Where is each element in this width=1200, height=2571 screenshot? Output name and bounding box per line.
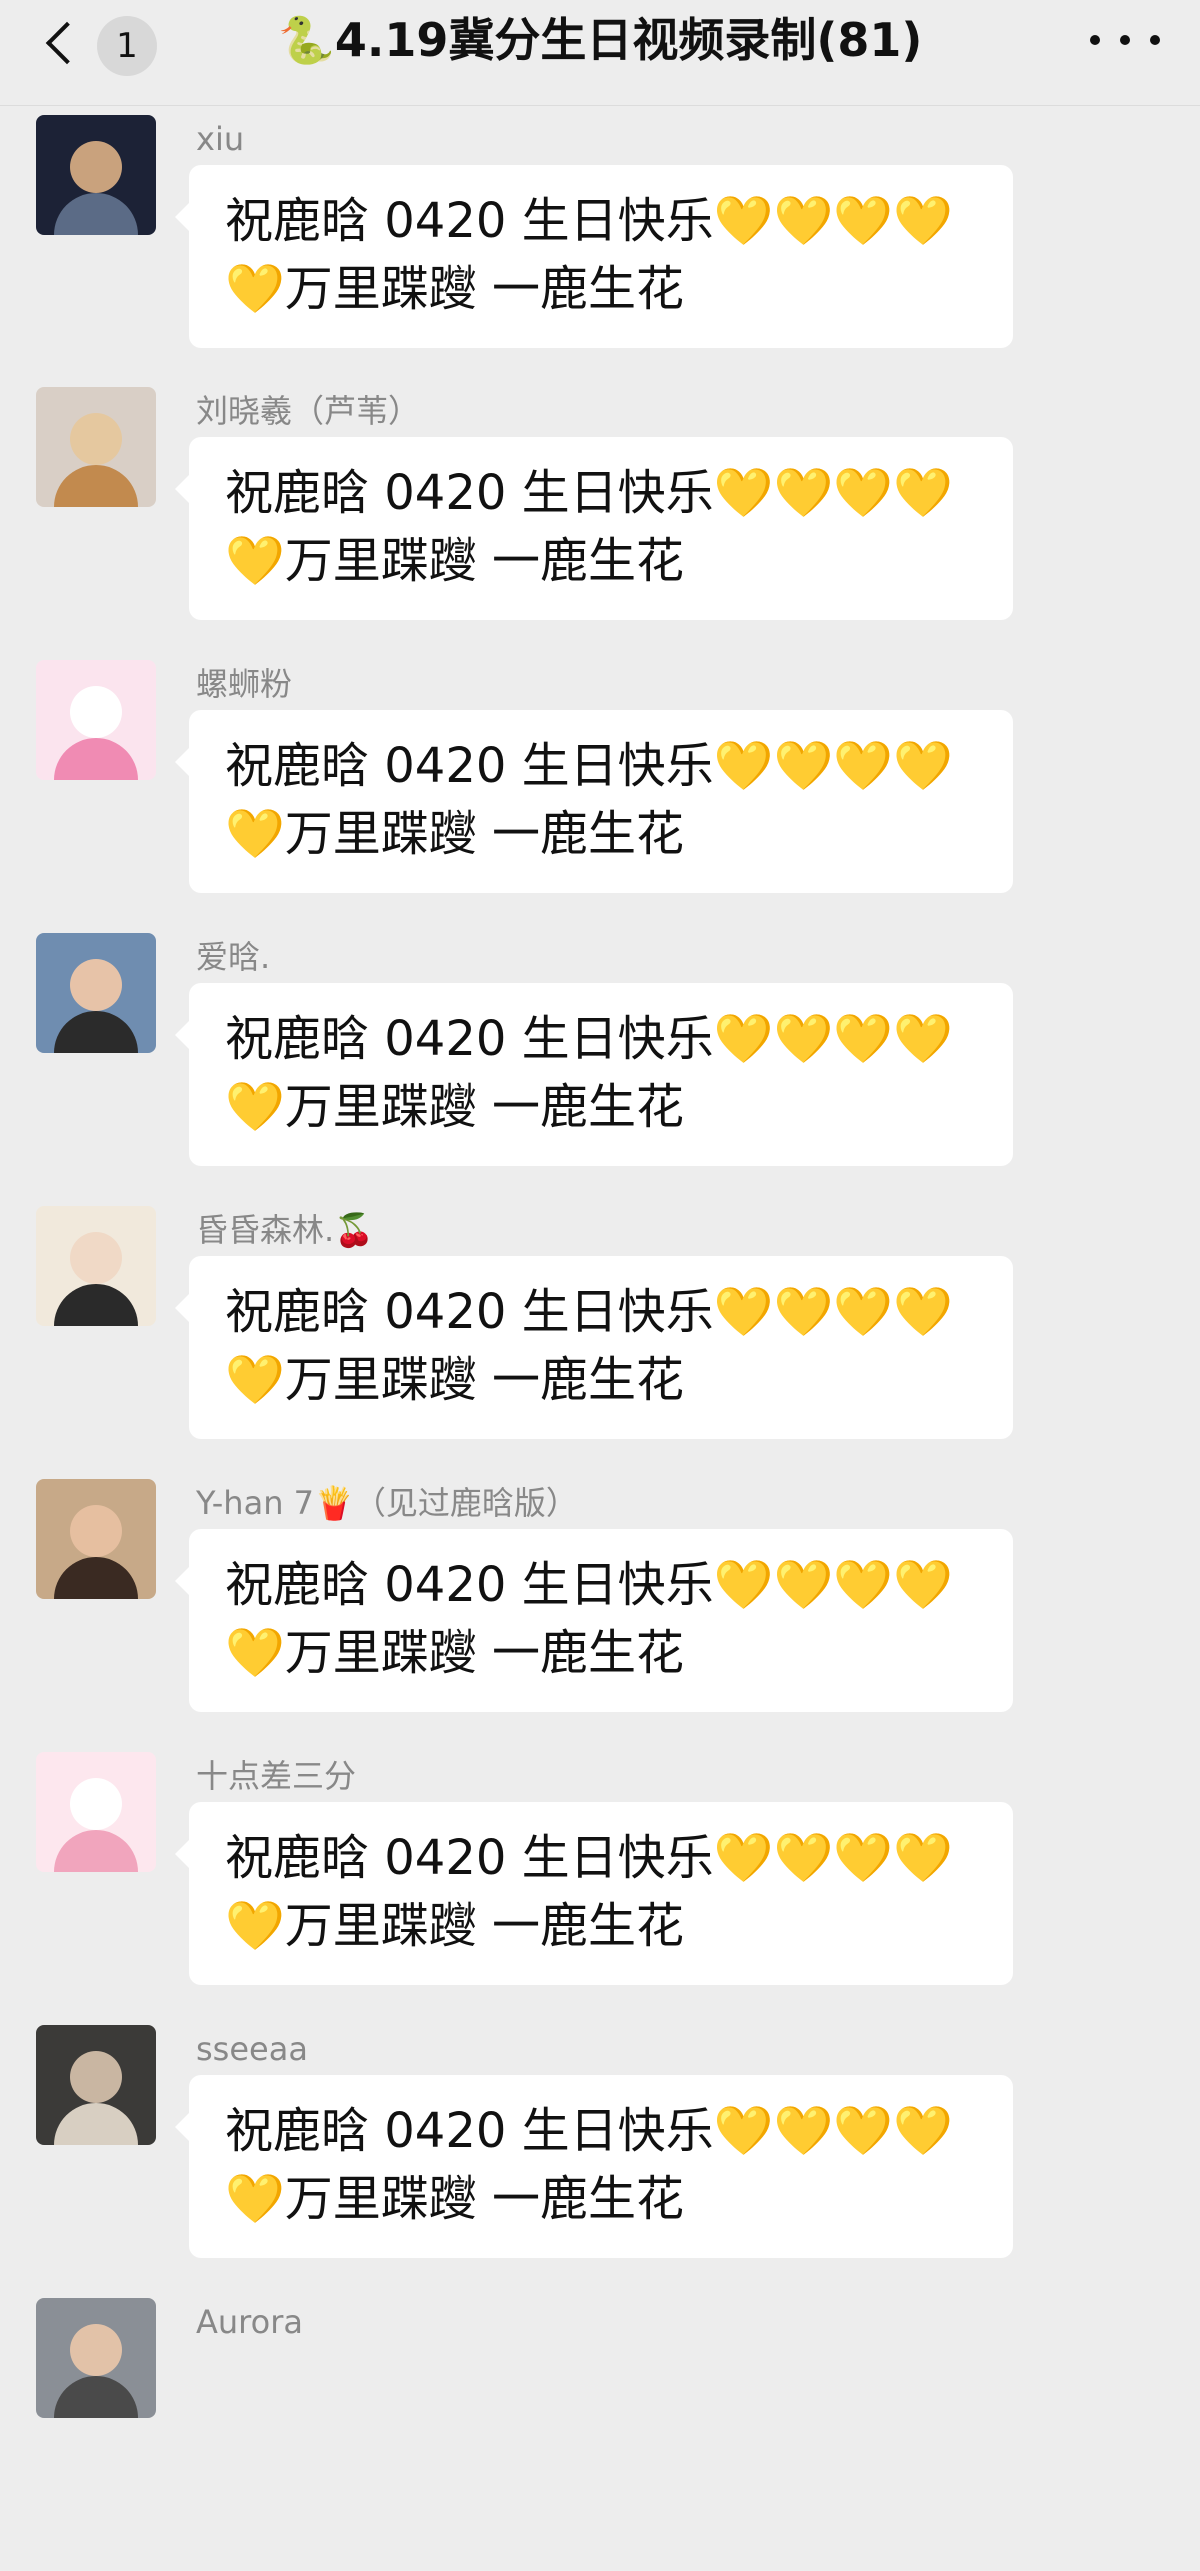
avatar-body-shape [54, 2376, 138, 2418]
chat-header: 1 🐍4.19冀分生日视频录制(81) [0, 0, 1200, 106]
sender-name: 爱晗. [196, 938, 271, 976]
message-item: Y-han 7🍟（见过鹿晗版） 祝鹿晗 0420 生日快乐💛💛💛💛💛万里蹀躞 一鹿… [0, 1479, 1200, 1752]
message-bubble[interactable]: 祝鹿晗 0420 生日快乐💛💛💛💛💛万里蹀躞 一鹿生花 [175, 710, 1013, 893]
avatar-face-shape [70, 2324, 122, 2376]
avatar-face-shape [70, 1505, 122, 1557]
avatar-face-shape [70, 413, 122, 465]
avatar[interactable] [36, 1206, 156, 1326]
message-item: 爱晗. 祝鹿晗 0420 生日快乐💛💛💛💛💛万里蹀躞 一鹿生花 [0, 933, 1200, 1206]
message-item: 十点差三分祝鹿晗 0420 生日快乐💛💛💛💛💛万里蹀躞 一鹿生花 [0, 1752, 1200, 2025]
avatar[interactable] [36, 387, 156, 507]
message-item: 螺蛳粉祝鹿晗 0420 生日快乐💛💛💛💛💛万里蹀躞 一鹿生花 [0, 660, 1200, 933]
chat-title: 🐍4.19冀分生日视频录制(81) [277, 13, 923, 67]
more-dots-icon [1120, 35, 1130, 45]
avatar-body-shape [54, 1830, 138, 1872]
message-bubble[interactable]: 祝鹿晗 0420 生日快乐💛💛💛💛💛万里蹀躞 一鹿生花 [175, 2075, 1013, 2258]
message-text: 祝鹿晗 0420 生日快乐💛💛💛💛💛万里蹀躞 一鹿生花 [225, 1011, 953, 1135]
avatar[interactable] [36, 660, 156, 780]
sender-name: Aurora [196, 2303, 303, 2341]
message-item: Aurora [0, 2298, 1200, 2571]
message-item: 昏昏森林.🍒 祝鹿晗 0420 生日快乐💛💛💛💛💛万里蹀躞 一鹿生花 [0, 1206, 1200, 1479]
more-options-button[interactable] [1090, 20, 1160, 60]
more-dots-icon [1150, 35, 1160, 45]
message-text: 祝鹿晗 0420 生日快乐💛💛💛💛💛万里蹀躞 一鹿生花 [225, 1557, 953, 1681]
avatar-face-shape [70, 141, 122, 193]
sender-name: 刘晓羲（芦苇） [196, 392, 421, 430]
more-dots-icon [1090, 35, 1100, 45]
avatar[interactable] [36, 2298, 156, 2418]
message-bubble[interactable]: 祝鹿晗 0420 生日快乐💛💛💛💛💛万里蹀躞 一鹿生花 [175, 1256, 1013, 1439]
message-text: 祝鹿晗 0420 生日快乐💛💛💛💛💛万里蹀躞 一鹿生花 [225, 2103, 953, 2227]
avatar[interactable] [36, 2025, 156, 2145]
avatar-body-shape [54, 1557, 138, 1599]
avatar-body-shape [54, 2103, 138, 2145]
avatar[interactable] [36, 115, 156, 235]
sender-name: 十点差三分 [196, 1757, 357, 1795]
avatar-body-shape [54, 465, 138, 507]
sender-name: 螺蛳粉 [196, 665, 293, 703]
message-text: 祝鹿晗 0420 生日快乐💛💛💛💛💛万里蹀躞 一鹿生花 [225, 1830, 953, 1954]
message-item: 刘晓羲（芦苇） 祝鹿晗 0420 生日快乐💛💛💛💛💛万里蹀躞 一鹿生花 [0, 387, 1200, 660]
avatar-body-shape [54, 1011, 138, 1053]
avatar-face-shape [70, 959, 122, 1011]
avatar-body-shape [54, 738, 138, 780]
message-text: 祝鹿晗 0420 生日快乐💛💛💛💛💛万里蹀躞 一鹿生花 [225, 193, 953, 317]
message-text: 祝鹿晗 0420 生日快乐💛💛💛💛💛万里蹀躞 一鹿生花 [225, 1284, 953, 1408]
avatar-body-shape [54, 1284, 138, 1326]
message-text: 祝鹿晗 0420 生日快乐💛💛💛💛💛万里蹀躞 一鹿生花 [225, 465, 953, 589]
message-item: sseeaa 祝鹿晗 0420 生日快乐💛💛💛💛💛万里蹀躞 一鹿生花 [0, 2025, 1200, 2298]
avatar-face-shape [70, 1232, 122, 1284]
back-button[interactable]: 1 [40, 12, 170, 80]
message-bubble[interactable]: 祝鹿晗 0420 生日快乐💛💛💛💛💛万里蹀躞 一鹿生花 [175, 983, 1013, 1166]
message-bubble[interactable]: 祝鹿晗 0420 生日快乐💛💛💛💛💛万里蹀躞 一鹿生花 [175, 1529, 1013, 1712]
avatar-face-shape [70, 1778, 122, 1830]
message-item: xiu 祝鹿晗 0420 生日快乐💛💛💛💛💛万里蹀躞 一鹿生花 [0, 115, 1200, 388]
sender-name: sseeaa [196, 2030, 308, 2068]
avatar[interactable] [36, 1479, 156, 1599]
chevron-left-icon [45, 21, 89, 65]
sender-name: xiu [196, 120, 245, 158]
unread-count-badge: 1 [97, 16, 157, 76]
avatar-body-shape [54, 193, 138, 235]
message-text: 祝鹿晗 0420 生日快乐💛💛💛💛💛万里蹀躞 一鹿生花 [225, 738, 953, 862]
message-bubble[interactable]: 祝鹿晗 0420 生日快乐💛💛💛💛💛万里蹀躞 一鹿生花 [175, 437, 1013, 620]
avatar[interactable] [36, 1752, 156, 1872]
avatar-face-shape [70, 686, 122, 738]
avatar[interactable] [36, 933, 156, 1053]
message-bubble[interactable]: 祝鹿晗 0420 生日快乐💛💛💛💛💛万里蹀躞 一鹿生花 [175, 165, 1013, 348]
avatar-face-shape [70, 2051, 122, 2103]
sender-name: Y-han 7🍟（见过鹿晗版） [196, 1484, 578, 1522]
sender-name: 昏昏森林.🍒 [196, 1211, 375, 1249]
message-bubble[interactable]: 祝鹿晗 0420 生日快乐💛💛💛💛💛万里蹀躞 一鹿生花 [175, 1802, 1013, 1985]
